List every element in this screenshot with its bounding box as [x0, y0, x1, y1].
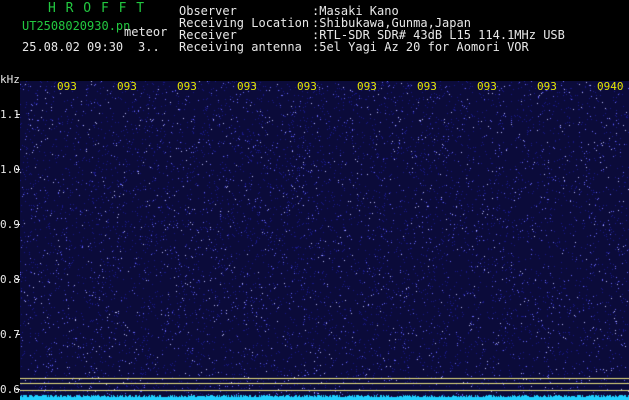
y-tick-mark	[16, 114, 20, 115]
spectrogram	[20, 81, 629, 400]
info-label-antenna: Receiving antenna	[179, 40, 302, 54]
file-name: UT2508020930.pn	[22, 19, 131, 33]
timestamp: 25.08.02 09:30	[22, 40, 124, 54]
x-tick-label: 093	[537, 80, 557, 93]
x-tick-label: 093	[117, 80, 137, 93]
y-axis-unit: kHz	[0, 73, 20, 86]
x-tick-label: 093	[57, 80, 77, 93]
hrofft-window: H R O F F T UT2508020930.pn meteor 25.08…	[0, 0, 629, 400]
info-value-antenna: :5el Yagi Az 20 for Aomori VOR	[312, 40, 529, 54]
y-tick-mark	[16, 169, 20, 170]
spectrogram-canvas	[20, 81, 629, 400]
file-tag: meteor	[124, 25, 168, 39]
x-tick-label: 093	[177, 80, 197, 93]
x-tick-label: 0940	[597, 80, 624, 93]
app-title: H R O F F T	[48, 1, 146, 16]
y-tick-mark	[16, 334, 20, 335]
x-tick-label: 093	[417, 80, 437, 93]
y-tick-mark	[16, 224, 20, 225]
x-tick-label: 093	[237, 80, 257, 93]
counter: 3..	[138, 40, 160, 54]
x-tick-label: 093	[357, 80, 377, 93]
y-tick-mark	[16, 389, 20, 390]
x-tick-label: 093	[297, 80, 317, 93]
y-tick-mark	[16, 279, 20, 280]
x-tick-label: 093	[477, 80, 497, 93]
